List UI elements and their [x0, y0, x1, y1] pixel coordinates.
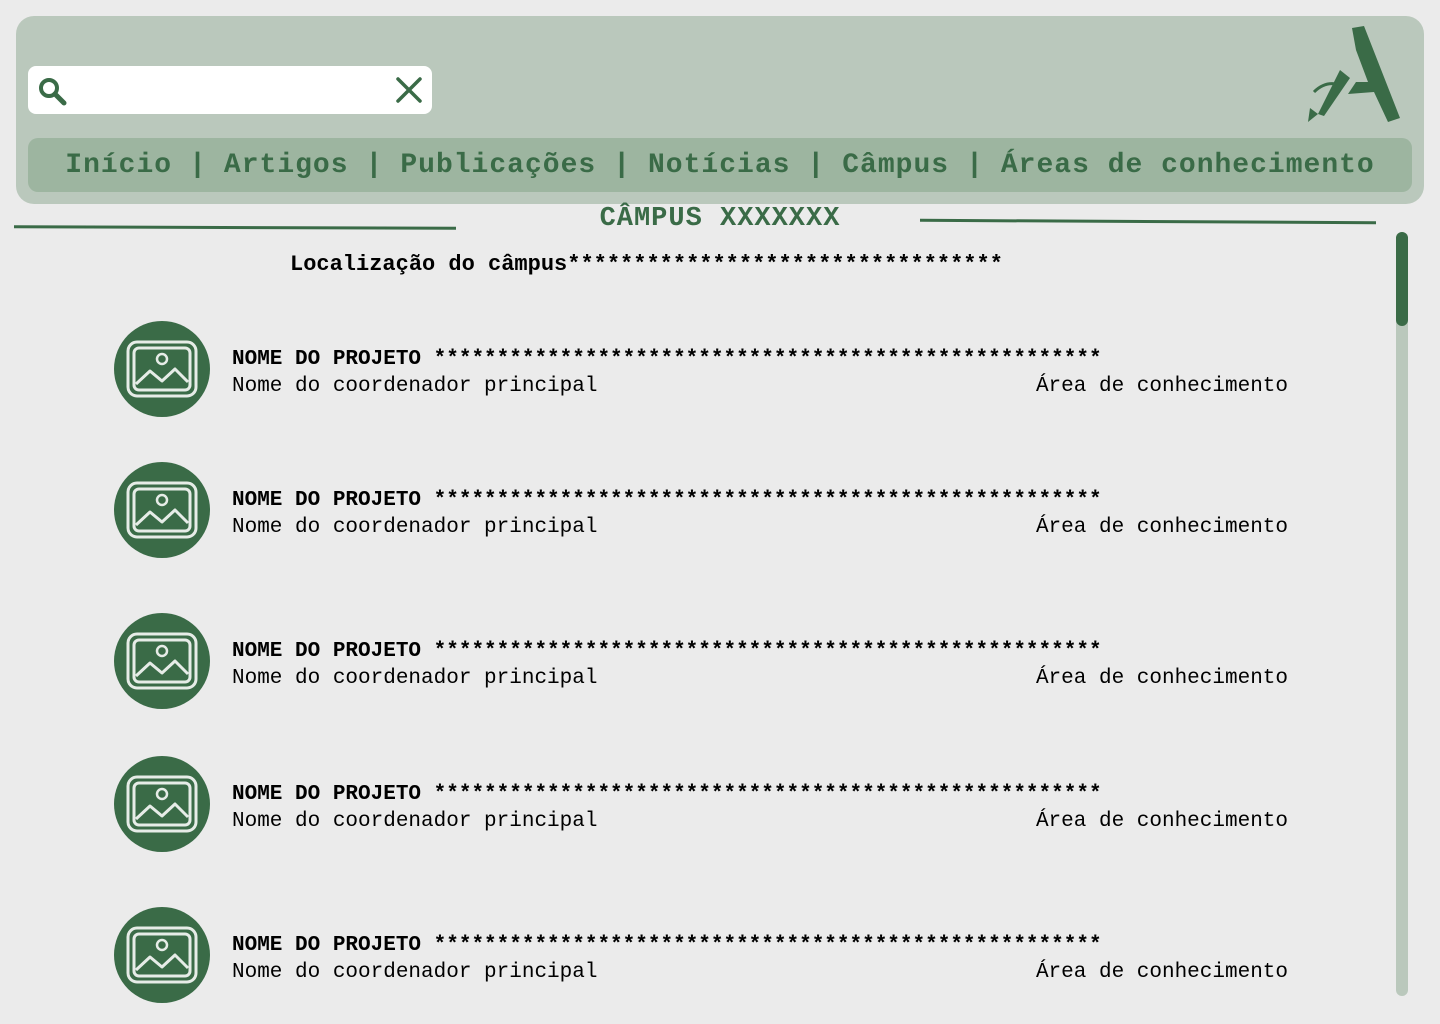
project-area: Área de conhecimento — [1035, 961, 1288, 984]
project-area: Área de conhecimento — [1035, 810, 1288, 833]
project-item[interactable]: NOME DO PROJETO ************************… — [114, 907, 1294, 1003]
close-icon[interactable] — [394, 75, 424, 105]
nav-separator: | — [613, 149, 631, 181]
project-thumbnail[interactable] — [114, 756, 210, 852]
project-area: Área de conhecimento — [1035, 667, 1288, 690]
nav-item-campus[interactable]: Câmpus — [842, 150, 949, 181]
project-area: Área de conhecimento — [1035, 516, 1288, 539]
project-coordinator: Nome do coordenador principal — [232, 667, 598, 690]
main-nav: Início | Artigos | Publicações | Notícia… — [28, 138, 1412, 192]
campus-location: Localização do câmpus*******************… — [290, 252, 1003, 277]
scrollbar[interactable] — [1396, 232, 1408, 996]
nav-separator: | — [966, 149, 984, 181]
project-coordinator: Nome do coordenador principal — [232, 375, 598, 398]
logo[interactable] — [1304, 26, 1404, 126]
project-thumbnail[interactable] — [114, 462, 210, 558]
nav-separator: | — [807, 149, 826, 181]
project-coordinator: Nome do coordenador principal — [232, 961, 598, 984]
project-item[interactable]: NOME DO PROJETO ************************… — [114, 321, 1294, 417]
scrollbar-thumb[interactable] — [1396, 232, 1408, 326]
project-name[interactable]: NOME DO PROJETO ************************… — [232, 489, 1102, 512]
header: Início | Artigos | Publicações | Notícia… — [16, 16, 1424, 204]
project-item[interactable]: NOME DO PROJETO ************************… — [114, 613, 1294, 709]
search-bar[interactable] — [28, 66, 432, 114]
project-coordinator: Nome do coordenador principal — [232, 516, 598, 539]
project-name[interactable]: NOME DO PROJETO ************************… — [232, 783, 1102, 806]
project-thumbnail[interactable] — [114, 321, 210, 417]
project-item[interactable]: NOME DO PROJETO ************************… — [114, 756, 1294, 852]
page-title: CÂMPUS XXXXXXX — [599, 204, 841, 234]
project-thumbnail[interactable] — [114, 613, 210, 709]
nav-separator: | — [189, 149, 207, 181]
nav-item-inicio[interactable]: Início — [65, 150, 172, 181]
project-thumbnail[interactable] — [114, 907, 210, 1003]
nav-item-publicacoes[interactable]: Publicações — [400, 150, 596, 181]
project-item[interactable]: NOME DO PROJETO ************************… — [114, 462, 1294, 558]
nav-item-areas[interactable]: Áreas de conhecimento — [1001, 150, 1375, 181]
project-coordinator: Nome do coordenador principal — [232, 810, 598, 833]
project-name[interactable]: NOME DO PROJETO ************************… — [232, 640, 1102, 663]
nav-item-noticias[interactable]: Notícias — [648, 150, 790, 181]
project-name[interactable]: NOME DO PROJETO ************************… — [232, 348, 1102, 371]
nav-item-artigos[interactable]: Artigos — [224, 150, 349, 181]
search-icon[interactable] — [36, 75, 68, 107]
project-area: Área de conhecimento — [1035, 375, 1288, 398]
nav-separator: | — [365, 149, 384, 181]
search-input[interactable] — [76, 74, 376, 106]
project-name[interactable]: NOME DO PROJETO ************************… — [232, 934, 1102, 957]
